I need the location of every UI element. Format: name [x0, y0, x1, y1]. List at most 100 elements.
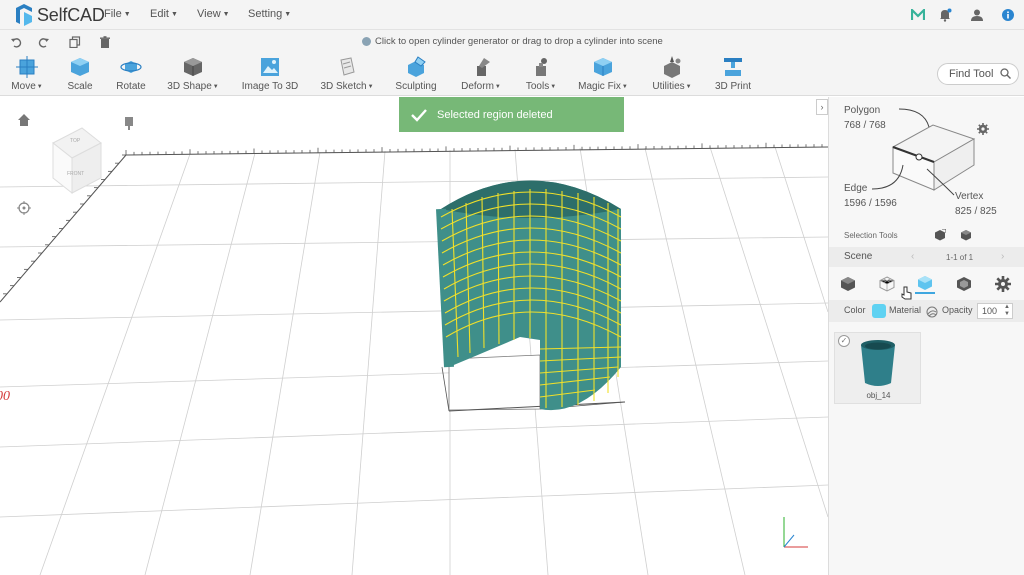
tool-deform[interactable]: Deform▼ [459, 54, 503, 96]
move-icon [15, 56, 39, 78]
3d-sketch-icon [335, 56, 359, 78]
color-label: Color [844, 305, 866, 315]
tool-deform-label: Deform [461, 81, 494, 92]
menu-bar: SelfCAD File ▼ Edit ▼ View ▼ Setting ▼ [0, 0, 1024, 30]
menu-edit[interactable]: Edit ▼ [150, 8, 178, 20]
gear-icon[interactable] [977, 122, 989, 140]
bell-icon[interactable] [937, 7, 953, 23]
scene-header: Scene ‹ 1-1 of 1 › [829, 247, 1024, 267]
action-row: Click to open cylinder generator or drag… [0, 30, 1024, 54]
color-swatch[interactable] [872, 304, 886, 318]
object-thumbnail-card[interactable]: ✓ obj_14 [834, 332, 921, 404]
object-properties-row: Color Material Opacity 100 ▲ ▼ [829, 300, 1024, 322]
object-select-checkbox[interactable]: ✓ [838, 335, 850, 347]
magic-fix-icon [591, 56, 615, 78]
opacity-value: 100 [982, 306, 998, 316]
search-icon [1000, 68, 1011, 82]
3d-viewport[interactable]: 00 [0, 97, 828, 575]
info-icon[interactable] [1000, 7, 1016, 23]
trash-icon[interactable] [98, 35, 112, 49]
sculpting-icon [404, 56, 428, 78]
tool-3d-sketch-label: 3D Sketch [320, 81, 367, 92]
selection-tools-label: Selection Tools [844, 231, 898, 240]
collapse-panel-button[interactable]: › [816, 99, 828, 115]
toast-notification: Selected region deleted [399, 97, 624, 132]
m-brand-icon[interactable] [910, 7, 926, 23]
axis-number-label: 00 [0, 389, 10, 404]
tool-image-to-3d-label: Image To 3D [241, 81, 299, 92]
edge-label: Edge [844, 183, 868, 194]
tool-hint: Click to open cylinder generator or drag… [362, 36, 663, 47]
settings-gear-icon[interactable] [993, 274, 1013, 294]
main-toolbar: Move▼ Scale Rotate 3D Shape▼ Image To 3D… [0, 54, 1024, 96]
tool-move-label: Move [11, 81, 36, 92]
tool-tools-label: Tools [525, 81, 550, 92]
hint-text: Click to open cylinder generator or drag… [375, 36, 663, 47]
tool-sculpting[interactable]: Sculpting [395, 54, 437, 96]
cylinder-object[interactable] [436, 180, 626, 413]
scene-next-button[interactable]: › [1001, 251, 1004, 262]
object-name: obj_14 [866, 391, 891, 400]
tool-3d-print-label: 3D Print [714, 81, 752, 92]
opacity-label: Opacity [942, 305, 973, 315]
tool-sculpting-label: Sculpting [395, 81, 437, 92]
selection-tool-icon[interactable] [934, 228, 947, 246]
scene-prev-button[interactable]: ‹ [911, 251, 914, 262]
menu-view[interactable]: View ▼ [197, 8, 230, 20]
undo-icon[interactable] [9, 35, 23, 49]
tool-move[interactable]: Move▼ [10, 54, 44, 96]
tool-3d-shape-label: 3D Shape [167, 81, 212, 92]
edge-count: 1596 / 1596 [844, 198, 897, 209]
tool-3d-shape[interactable]: 3D Shape▼ [167, 54, 219, 96]
cylinder-thumbnail [861, 340, 895, 386]
tools-icon [529, 56, 553, 78]
tool-3d-sketch[interactable]: 3D Sketch▼ [320, 54, 374, 96]
face-mode-icon[interactable] [915, 274, 935, 294]
copy-icon[interactable] [68, 35, 82, 49]
view-cube[interactable]: TOP FRONT [52, 127, 102, 195]
menu-setting[interactable]: Setting ▼ [248, 8, 291, 20]
object-mode-icon[interactable] [838, 274, 858, 294]
app-logo[interactable]: SelfCAD [14, 3, 105, 27]
material-label: Material [889, 305, 922, 315]
object-mode-tabs [829, 270, 1024, 300]
selfcad-logo-icon [16, 4, 32, 26]
view-cube-front-label: FRONT [67, 171, 84, 177]
selection-mode-diagram[interactable] [869, 107, 984, 197]
wireframe-mode-icon[interactable] [877, 274, 897, 294]
opacity-input[interactable]: 100 ▲ ▼ [977, 303, 1013, 319]
tool-rotate[interactable]: Rotate [114, 54, 148, 96]
tool-utilities[interactable]: Utilities▼ [650, 54, 694, 96]
scene-pages: 1-1 of 1 [946, 253, 974, 262]
menu-edit-label: Edit [150, 8, 169, 20]
find-tool-input[interactable]: Find Tool [937, 63, 1019, 85]
image-to-3d-icon [258, 56, 282, 78]
menu-view-label: View [197, 8, 221, 20]
target-icon[interactable] [17, 201, 31, 215]
3d-shape-icon [181, 56, 205, 78]
tool-image-to-3d[interactable]: Image To 3D [240, 54, 300, 96]
home-icon[interactable] [18, 114, 30, 126]
user-icon[interactable] [969, 7, 985, 23]
material-icon[interactable] [926, 305, 938, 323]
tool-magic-fix[interactable]: Magic Fix▼ [578, 54, 628, 96]
toast-text: Selected region deleted [437, 108, 553, 121]
tool-3d-print[interactable]: 3D Print [713, 54, 753, 96]
cube-select-icon[interactable] [960, 228, 972, 246]
axis-gizmo [783, 517, 808, 548]
redo-icon[interactable] [37, 35, 51, 49]
grid-ruler [0, 146, 828, 303]
selfcad-app: SelfCAD File ▼ Edit ▼ View ▼ Setting ▼ C… [0, 0, 1024, 575]
ruler-ticks [3, 142, 823, 295]
tool-scale[interactable]: Scale [66, 54, 94, 96]
tool-tools[interactable]: Tools▼ [524, 54, 558, 96]
tool-magic-fix-label: Magic Fix [578, 81, 621, 92]
orbit-pin-icon[interactable] [125, 117, 133, 130]
scale-icon [68, 56, 92, 78]
solid-mode-icon[interactable] [954, 274, 974, 294]
scene-canvas[interactable]: 00 [0, 97, 828, 575]
deform-icon [469, 56, 493, 78]
app-name: SelfCAD [37, 4, 105, 25]
hint-info-icon [362, 37, 371, 46]
menu-file[interactable]: File ▼ [104, 8, 131, 20]
